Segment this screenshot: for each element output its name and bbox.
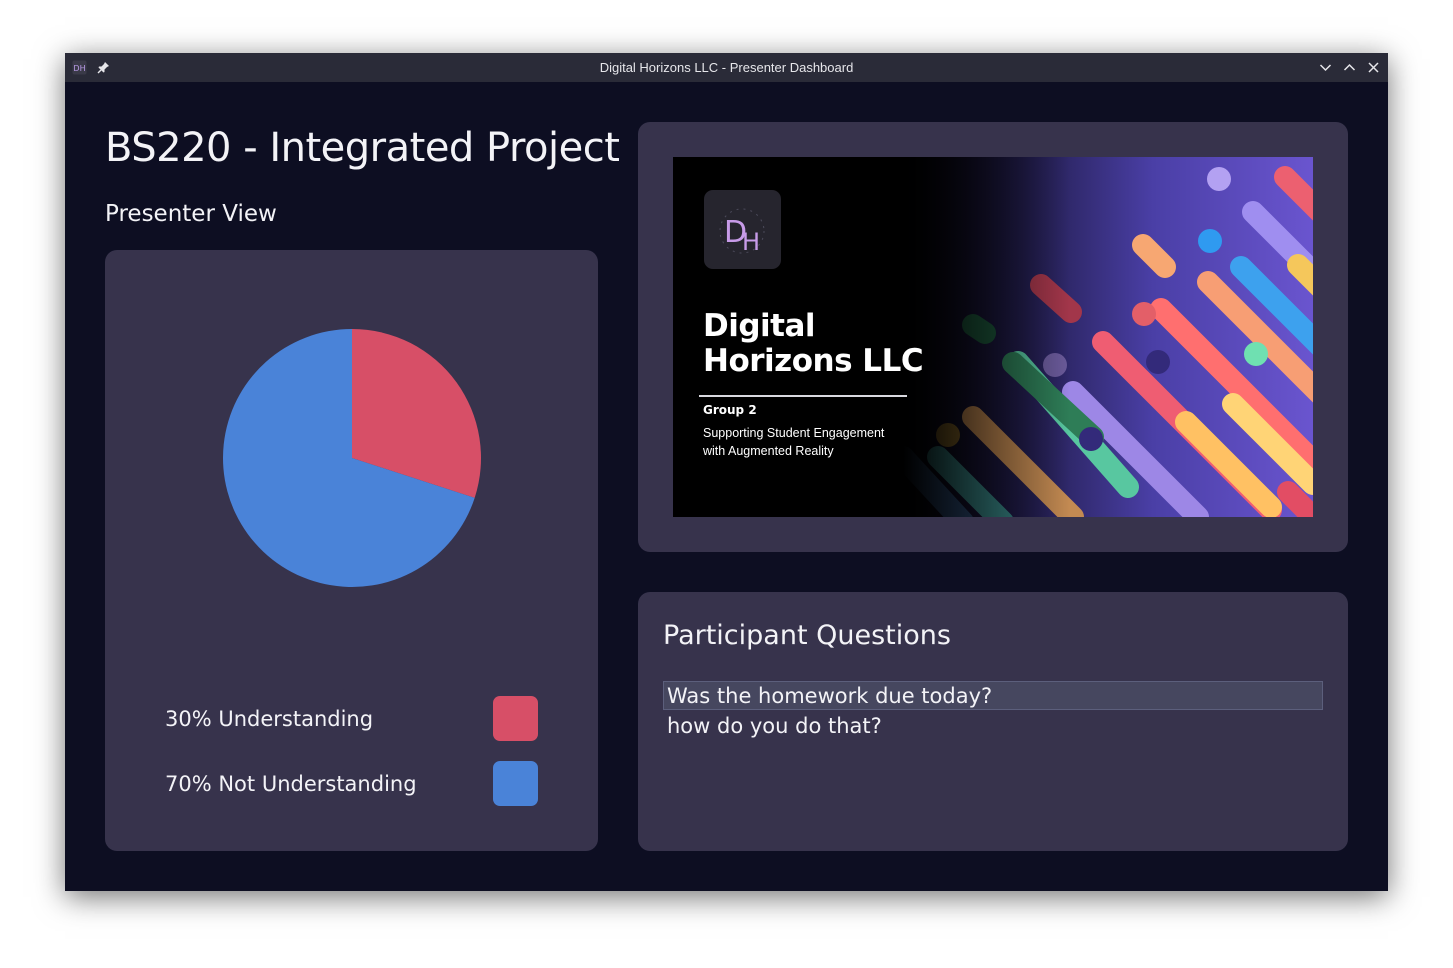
legend-swatch-understanding [493, 696, 538, 741]
close-icon[interactable] [1366, 60, 1381, 75]
dh-logo-tile: D H [704, 190, 781, 269]
page-subtitle: Presenter View [105, 201, 277, 227]
legend-label-not-understanding: 70% Not Understanding [165, 772, 417, 796]
slide-preview-panel: D H Digital Horizons LLC Group 2 Support… [638, 122, 1348, 552]
understanding-pie-chart [223, 329, 481, 587]
page-title: BS220 - Integrated Project [105, 125, 620, 171]
questions-list[interactable]: Was the homework due today? how do you d… [663, 681, 1323, 741]
legend-swatch-not-understanding [493, 761, 538, 806]
participant-questions-panel: Participant Questions Was the homework d… [638, 592, 1348, 851]
dh-logo-icon: D H [719, 208, 765, 256]
questions-title: Participant Questions [663, 620, 951, 651]
slide-group-label: Group 2 [703, 403, 757, 417]
slide-title-line-1: Digital [703, 308, 816, 344]
svg-text:H: H [742, 228, 760, 256]
question-item[interactable]: Was the homework due today? [663, 681, 1323, 710]
question-item[interactable]: how do you do that? [663, 711, 1323, 740]
slide-subtitle: Supporting Student Engagement with Augme… [703, 424, 884, 460]
minimize-icon[interactable] [1318, 60, 1333, 75]
slide-divider [699, 395, 907, 397]
legend-label-understanding: 30% Understanding [165, 707, 374, 731]
legend-item-not-understanding: 70% Not Understanding [165, 761, 545, 807]
presenter-dashboard-window: DH Digital Horizons LLC - Presenter Dash… [65, 53, 1388, 891]
understanding-chart-panel: 30% Understanding 70% Not Understanding [105, 250, 598, 851]
slide-preview: D H Digital Horizons LLC Group 2 Support… [673, 157, 1313, 517]
slide-subtitle-line-2: with Augmented Reality [703, 444, 834, 458]
legend-item-understanding: 30% Understanding [165, 696, 545, 742]
slide-title: Digital Horizons LLC [703, 308, 924, 379]
slide-title-line-2: Horizons LLC [703, 343, 924, 379]
window-title: Digital Horizons LLC - Presenter Dashboa… [599, 60, 854, 75]
slide-subtitle-line-1: Supporting Student Engagement [703, 426, 885, 440]
maximize-icon[interactable] [1342, 60, 1357, 75]
window-titlebar[interactable]: DH Digital Horizons LLC - Presenter Dash… [65, 53, 1388, 82]
